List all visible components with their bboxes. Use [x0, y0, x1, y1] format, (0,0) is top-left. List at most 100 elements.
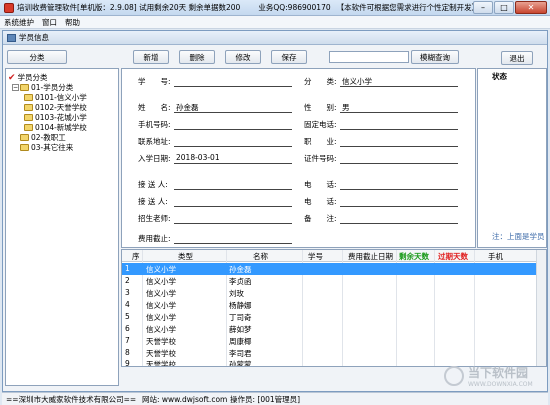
watermark-logo-icon — [444, 366, 464, 386]
fuzzy-search-button[interactable]: 模糊查询 — [411, 50, 459, 64]
table-row[interactable]: 2 信义小学 李贞函 — [122, 275, 546, 287]
deadline-label: 费用截止: — [138, 234, 171, 243]
watermark: 当下软件园 WWW.DOWNXIA.COM — [444, 363, 546, 389]
cell-type: 信义小学 — [146, 277, 176, 286]
cell-type: 信义小学 — [146, 289, 176, 298]
menu-bar: 系统维护 窗口 帮助 — [0, 16, 550, 29]
menu-window[interactable]: 窗口 — [38, 17, 61, 28]
folder-icon — [20, 144, 29, 151]
deadline-field[interactable] — [174, 243, 292, 244]
maximize-button[interactable]: □ — [494, 1, 514, 14]
table-row[interactable]: 3 信义小学 刘玫 — [122, 287, 546, 299]
tree-node-label: 03-其它往来 — [31, 143, 74, 152]
pickup1-field[interactable] — [174, 189, 292, 190]
cell-type: 天誉学校 — [146, 337, 176, 346]
cell-type: 信义小学 — [146, 265, 176, 274]
cell-no: 2 — [125, 276, 130, 285]
table-header: 序 类型 名称 学号 费用截止日期 剩余天数 过期天数 手机 — [122, 250, 546, 262]
enroll-label: 入学日期: — [138, 154, 171, 163]
folder-icon — [24, 104, 33, 111]
cell-name: 李贞函 — [229, 277, 252, 286]
cell-name: 孙金磊 — [229, 265, 252, 274]
menu-system[interactable]: 系统维护 — [0, 17, 38, 28]
delete-button[interactable]: 删除 — [179, 50, 215, 64]
col-deadline[interactable]: 费用截止日期 — [348, 251, 393, 262]
address-field[interactable] — [174, 146, 292, 147]
table-row[interactable]: 5 信义小学 丁司奇 — [122, 311, 546, 323]
watermark-text: 当下软件园 — [468, 366, 529, 380]
search-input[interactable] — [329, 51, 409, 63]
col-mobile[interactable]: 手机 — [488, 251, 503, 262]
table-row[interactable]: 4 信义小学 杨静娜 — [122, 299, 546, 311]
edit-button[interactable]: 修改 — [225, 50, 261, 64]
table-row[interactable]: 7 天誉学校 周康椰 — [122, 335, 546, 347]
folder-icon — [24, 114, 33, 121]
tel1-field[interactable] — [340, 189, 458, 190]
tel1-label: 电 话: — [304, 180, 337, 189]
exit-button[interactable]: 退出 — [501, 51, 533, 65]
close-button[interactable]: ✕ — [515, 1, 547, 14]
col-remaining[interactable]: 剩余天数 — [399, 251, 429, 262]
status-bar: ==深圳市大威家软件技术有限公司== 网站: www.dwjsoft.com 操… — [2, 392, 548, 405]
cell-no: 3 — [125, 288, 130, 297]
col-type[interactable]: 类型 — [178, 251, 193, 262]
tel2-field[interactable] — [340, 206, 458, 207]
student-info-window: 学员信息 分类 新增 删除 修改 保存 模糊查询 退出 ✔ 学员分类 − 01-… — [2, 30, 548, 392]
teacher-label: 招生老师: — [138, 214, 171, 223]
minimize-button[interactable]: – — [473, 1, 493, 14]
status-hint: 注：上面是学员 — [492, 232, 545, 241]
mobile-field[interactable] — [174, 129, 292, 130]
app-icon — [4, 2, 14, 13]
table-row[interactable]: 6 信义小学 薛如梦 — [122, 323, 546, 335]
col-no[interactable]: 序 — [132, 251, 140, 262]
job-field[interactable] — [340, 146, 458, 147]
cell-type: 信义小学 — [146, 325, 176, 334]
cell-no: 7 — [125, 336, 130, 345]
cell-no: 1 — [125, 264, 130, 273]
cell-name: 周康椰 — [229, 337, 252, 346]
website-link[interactable]: 网站: www.dwjsoft.com — [142, 394, 227, 405]
note-field[interactable] — [340, 223, 458, 224]
gender-label: 性 别: — [304, 103, 337, 112]
cell-name: 薛如梦 — [229, 325, 252, 334]
operator-info: 操作员: [001管理员] — [230, 395, 301, 404]
classify-button[interactable]: 分类 — [7, 50, 67, 64]
tree-node-03[interactable]: 03-其它往来 — [20, 142, 73, 153]
col-student-no[interactable]: 学号 — [308, 251, 323, 262]
category-label: 分 类: — [304, 77, 337, 86]
add-button[interactable]: 新增 — [133, 50, 169, 64]
col-expired[interactable]: 过期天数 — [438, 251, 468, 262]
pickup1-label: 接 送 人: — [138, 180, 168, 189]
cell-name: 丁司奇 — [229, 313, 252, 322]
status-title: 状态 — [492, 72, 507, 81]
child-title-bar: 学员信息 — [3, 31, 547, 45]
table-row[interactable]: 1 信义小学 孙金磊 — [122, 263, 546, 275]
save-button[interactable]: 保存 — [271, 50, 307, 64]
mobile-label: 手机号码: — [138, 120, 171, 129]
tel2-label: 电 话: — [304, 197, 337, 206]
menu-help[interactable]: 帮助 — [61, 17, 84, 28]
id-field[interactable] — [340, 163, 458, 164]
cell-no: 8 — [125, 348, 130, 357]
cell-no: 4 — [125, 300, 130, 309]
table-scrollbar[interactable] — [536, 250, 546, 366]
student-table: 序 类型 名称 学号 费用截止日期 剩余天数 过期天数 手机 1 信义小学 孙金… — [121, 249, 547, 367]
enroll-date-field[interactable]: 2018-03-01 — [176, 153, 220, 162]
cell-no: 6 — [125, 324, 130, 333]
address-label: 联系地址: — [138, 137, 171, 146]
cell-type: 天誉学校 — [146, 360, 176, 367]
collapse-icon[interactable]: − — [12, 84, 19, 91]
pickup2-field[interactable] — [174, 206, 292, 207]
folder-icon — [24, 124, 33, 131]
cell-no: 5 — [125, 312, 130, 321]
note-label: 备 注: — [304, 214, 337, 223]
pickup2-label: 接 送 人: — [138, 197, 168, 206]
folder-icon — [24, 94, 33, 101]
teacher-field[interactable] — [174, 223, 292, 224]
child-title: 学员信息 — [19, 33, 49, 42]
student-form: 学 号: 分 类: 信义小学 姓 名: 孙金磊 性 别: 男 手机号码: 固定电… — [121, 68, 476, 248]
col-name[interactable]: 名称 — [253, 251, 268, 262]
status-panel: 状态 注：上面是学员 — [477, 68, 547, 248]
id-label: 证件号码: — [304, 154, 337, 163]
phone-field[interactable] — [340, 129, 458, 130]
